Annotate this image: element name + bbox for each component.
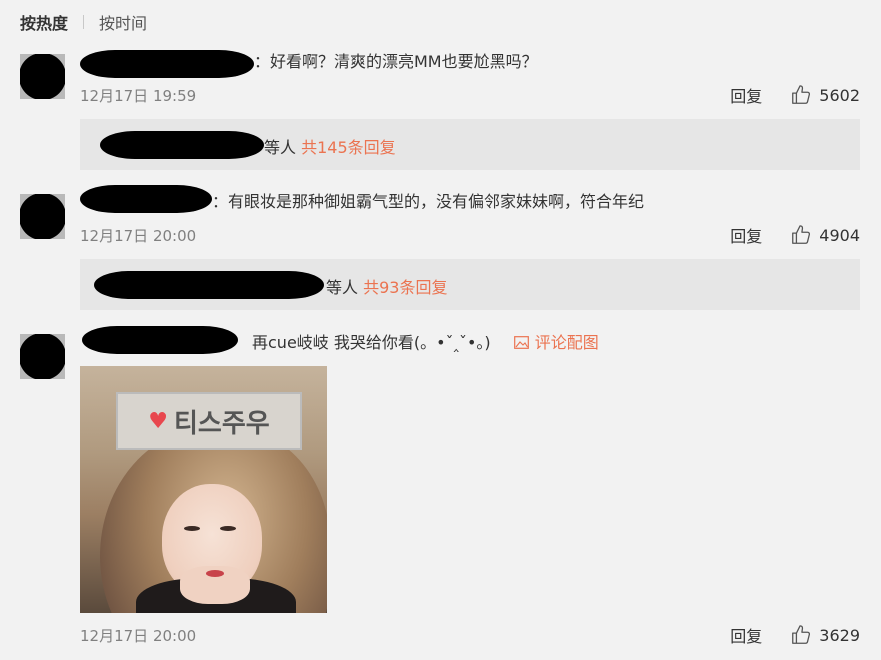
thumbs-up-icon xyxy=(792,85,811,104)
replier-name-redaction xyxy=(94,271,324,299)
reply-button[interactable]: 回复 xyxy=(730,223,762,247)
comment-line: 再cue岐岐 我哭给你看(。•ˇ‸ˇ•。) 评论配图 xyxy=(252,332,599,354)
username-redaction xyxy=(82,326,238,354)
reply-summary-box[interactable]: 等人 共93条回复 xyxy=(80,259,860,310)
avatar[interactable] xyxy=(20,194,65,239)
avatar-redaction xyxy=(20,54,65,99)
comment-actions: 回复 5602 xyxy=(730,83,860,107)
photo-banner-text: 티스주우 xyxy=(174,408,270,439)
sort-by-time-tab[interactable]: 按时间 xyxy=(99,10,147,34)
comment-actions: 回复 4904 xyxy=(730,223,860,247)
comment-text: ：好看啊？清爽的漂亮MM也要尬黑吗？ xyxy=(254,52,538,71)
username-redaction xyxy=(80,185,212,213)
comment-text: 再cue岐岐 我哭给你看(。•ˇ‸ˇ•。) xyxy=(252,333,491,352)
reply-summary-box[interactable]: 等人 共145条回复 xyxy=(80,119,860,170)
comment-time: 12月17日 20:00 xyxy=(80,627,197,645)
reply-count-link[interactable]: 共93条回复 xyxy=(363,278,447,297)
thumbs-up-icon xyxy=(792,625,811,644)
comment-time: 12月17日 20:00 xyxy=(80,227,197,245)
reply-summary: 等人 共145条回复 xyxy=(264,134,396,158)
photo-eye xyxy=(184,526,200,531)
photo-banner: ♥ 티스주우 xyxy=(116,392,302,450)
comment-text: ：有眼妆是那种御姐霸气型的，没有偏邻家妹妹啊，符合年纪 xyxy=(212,192,645,211)
sort-divider xyxy=(83,15,85,29)
photo-lips xyxy=(206,570,224,577)
heart-icon: ♥ xyxy=(148,408,169,434)
reply-button[interactable]: 回复 xyxy=(730,83,762,107)
replier-name-redaction xyxy=(100,131,264,159)
reply-button[interactable]: 回复 xyxy=(730,623,762,647)
avatar-redaction xyxy=(20,334,65,379)
reply-count-link[interactable]: 共145条回复 xyxy=(301,138,396,157)
reply-summary-suffix: 等人 xyxy=(264,138,297,157)
like-button[interactable]: 4904 xyxy=(790,224,860,246)
like-count: 4904 xyxy=(819,225,860,245)
comment-time: 12月17日 19:59 xyxy=(80,87,197,105)
comment-actions: 回复 3629 xyxy=(730,623,860,647)
sort-by-hot-tab[interactable]: 按热度 xyxy=(20,10,68,34)
like-button[interactable]: 5602 xyxy=(790,84,860,106)
reply-summary: 等人 共93条回复 xyxy=(326,274,447,298)
like-count: 5602 xyxy=(819,85,860,105)
comment-image-link[interactable]: 评论配图 xyxy=(513,333,599,352)
comment-item: ：好看啊？清爽的漂亮MM也要尬黑吗？ 12月17日 19:59 回复 5602 xyxy=(20,50,860,114)
comment-list: 按热度 按时间 ：好看啊？清爽的漂亮MM也要尬黑吗？ 12月17日 19:59 … xyxy=(0,0,881,660)
thumbs-up-icon xyxy=(792,225,811,244)
avatar[interactable] xyxy=(20,334,65,379)
like-button[interactable]: 3629 xyxy=(790,624,860,646)
photo-eye xyxy=(220,526,236,531)
avatar-redaction xyxy=(20,194,65,239)
comment-item: ：有眼妆是那种御姐霸气型的，没有偏邻家妹妹啊，符合年纪 12月17日 20:00… xyxy=(20,185,860,254)
comment-photo[interactable]: ♥ 티스주우 xyxy=(80,366,327,613)
sort-bar: 按热度 按时间 xyxy=(20,10,147,34)
avatar[interactable] xyxy=(20,54,65,99)
like-count: 3629 xyxy=(819,625,860,645)
comment-image-link-label: 评论配图 xyxy=(534,333,599,352)
image-icon xyxy=(513,336,529,349)
reply-summary-suffix: 等人 xyxy=(326,278,359,297)
username-redaction xyxy=(80,50,254,78)
